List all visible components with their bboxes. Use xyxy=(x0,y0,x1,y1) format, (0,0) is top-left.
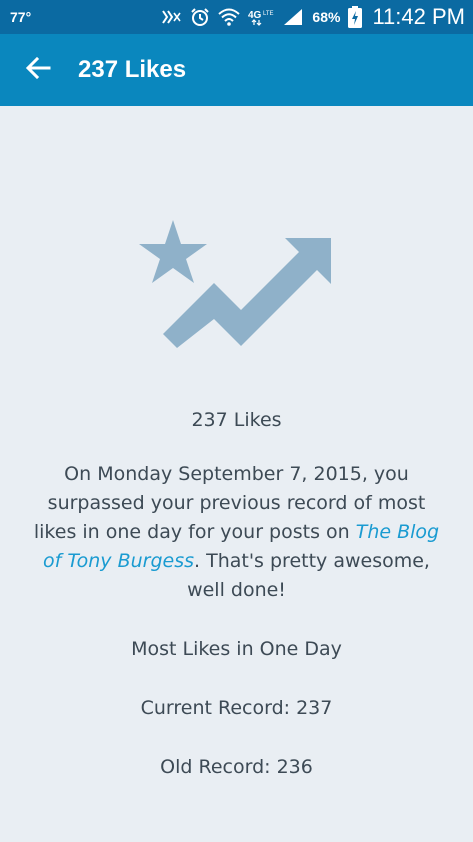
4g-lte-icon: 4G LTE xyxy=(248,7,274,27)
signal-icon xyxy=(282,7,304,27)
status-icons: 4G LTE 68% 11:42 PM xyxy=(160,4,465,30)
page-title: 237 Likes xyxy=(78,56,187,83)
achievement-detail: 237 Likes On Monday September 7, 2015, y… xyxy=(0,106,473,842)
stat-label: Most Likes in One Day xyxy=(131,638,342,660)
current-record: Current Record: 237 xyxy=(140,697,333,719)
back-button[interactable] xyxy=(10,42,66,98)
achievement-description: On Monday September 7, 2015, you surpass… xyxy=(28,460,445,605)
description-text-end: . That's pretty awesome, well done! xyxy=(187,550,430,601)
app-bar: 237 Likes xyxy=(0,34,473,106)
achievement-heading: 237 Likes xyxy=(191,409,282,431)
battery-charging-icon xyxy=(348,6,363,28)
clock: 11:42 PM xyxy=(372,4,465,29)
temperature-indicator: 77° xyxy=(10,9,32,25)
trending-up-star-icon xyxy=(135,220,335,352)
achievement-text: 237 Likes On Monday September 7, 2015, y… xyxy=(28,406,445,781)
svg-text:4G: 4G xyxy=(248,10,262,21)
arrow-back-icon xyxy=(25,56,51,83)
alarm-icon xyxy=(190,7,210,27)
status-bar: 77° 4G LTE 68% 11:42 PM xyxy=(0,0,473,34)
svg-text:LTE: LTE xyxy=(263,11,274,17)
nfc-icon xyxy=(160,7,182,27)
wifi-icon xyxy=(218,7,241,27)
old-record: Old Record: 236 xyxy=(160,756,313,778)
battery-percent: 68% xyxy=(312,9,341,25)
